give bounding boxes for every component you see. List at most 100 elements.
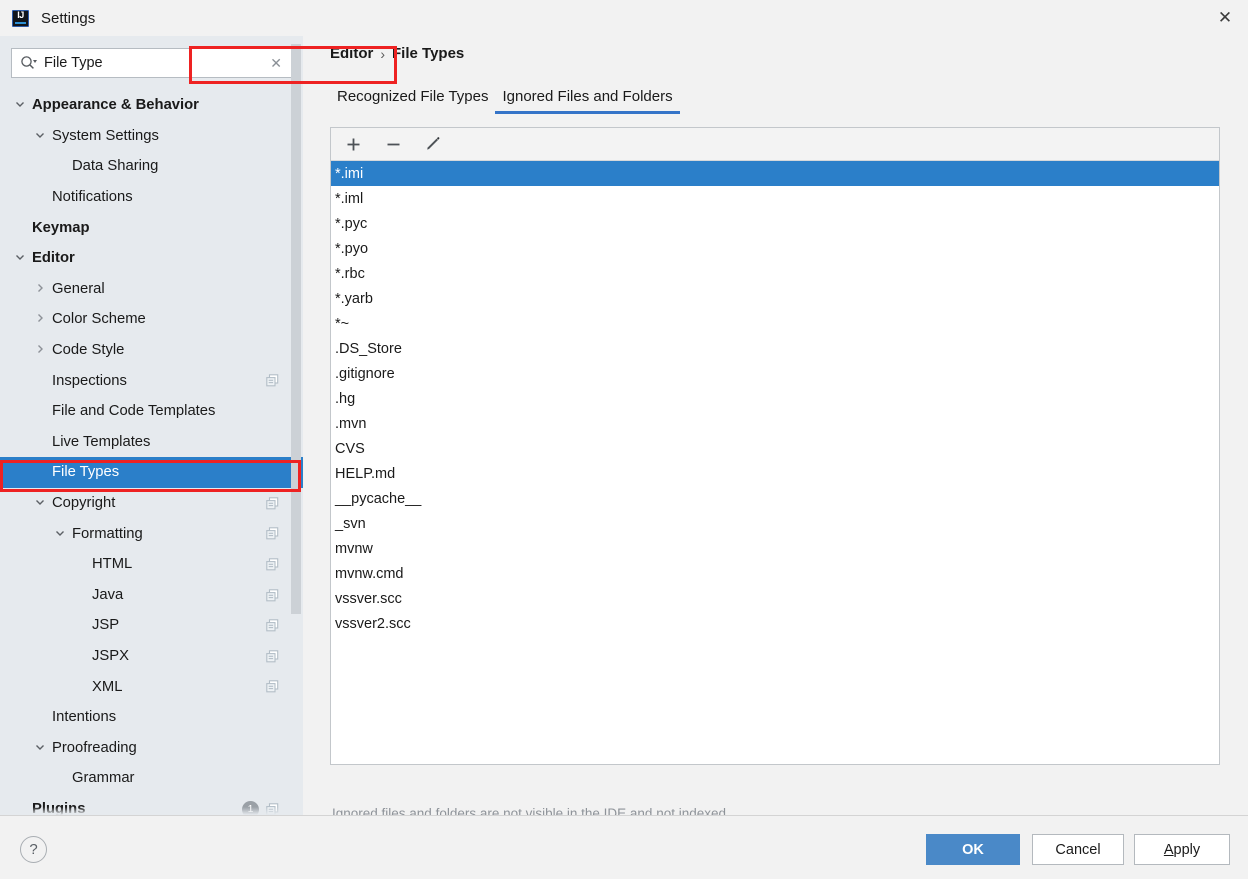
tab-ignored-files-and-folders[interactable]: Ignored Files and Folders [495, 84, 680, 114]
ignored-entry-row[interactable]: HELP.md [331, 461, 1219, 486]
ok-button[interactable]: OK [926, 834, 1020, 865]
sidebar-item-jsp[interactable]: JSP [0, 610, 303, 641]
copy-settings-icon[interactable] [266, 496, 279, 510]
ignored-entry-row[interactable]: vssver2.scc [331, 611, 1219, 636]
list-toolbar [331, 128, 1219, 161]
breadcrumb-root[interactable]: Editor [330, 45, 373, 62]
sidebar-item-label: File Types [52, 464, 120, 481]
settings-tree: Appearance & Behavior System Settings Data… [0, 90, 303, 815]
ignored-entry-row[interactable]: *.yarb [331, 286, 1219, 311]
sidebar-item-general[interactable]: General [0, 274, 303, 305]
chevron-down-icon[interactable] [34, 496, 48, 510]
sidebar-item-label: XML [92, 678, 123, 695]
help-button[interactable]: ? [20, 836, 47, 863]
sidebar-item-copyright[interactable]: Copyright [0, 488, 303, 519]
sidebar-item-jspx[interactable]: JSPX [0, 641, 303, 672]
search-field[interactable]: File Type ✕ [11, 48, 292, 78]
tree-fade [0, 807, 303, 815]
copy-settings-icon[interactable] [266, 680, 279, 693]
apply-button[interactable]: Apply [1134, 834, 1230, 865]
chevron-down-icon[interactable] [14, 251, 28, 265]
sidebar-item-notifications[interactable]: Notifications [0, 182, 303, 213]
apply-mnemonic: A [1163, 841, 1174, 858]
chevron-right-icon[interactable] [34, 312, 48, 326]
ignored-entry-row[interactable]: CVS [331, 436, 1219, 461]
sidebar-item-intentions[interactable]: Intentions [0, 702, 303, 733]
sidebar-item-grammar[interactable]: Grammar [0, 763, 303, 794]
ignored-entry-row[interactable]: _svn [331, 511, 1219, 536]
chevron-down-icon[interactable] [34, 129, 48, 143]
edit-pencil-icon[interactable] [422, 133, 444, 155]
sidebar-item-label: Grammar [72, 770, 135, 787]
sidebar-item-java[interactable]: Java [0, 580, 303, 611]
sidebar-item-label: Editor [32, 250, 75, 267]
copy-settings-icon[interactable] [266, 588, 279, 602]
chevron-down-icon[interactable] [34, 741, 48, 755]
search-input[interactable]: File Type [44, 55, 270, 71]
sidebar-item-live-templates[interactable]: Live Templates [0, 427, 303, 458]
sidebar-item-keymap[interactable]: Keymap [0, 212, 303, 243]
sidebar-item-appearance-behavior[interactable]: Appearance & Behavior [0, 90, 303, 121]
ignored-entry-row[interactable]: mvnw.cmd [331, 561, 1219, 586]
ignored-entry-row[interactable]: *.pyo [331, 236, 1219, 261]
chevron-down-icon[interactable] [14, 98, 28, 112]
sidebar-scrollbar-thumb[interactable] [291, 44, 301, 614]
sidebar-scrollbar[interactable] [289, 36, 303, 761]
sidebar-item-label: Copyright [52, 495, 116, 512]
ignored-entry-row[interactable]: *.rbc [331, 261, 1219, 286]
settings-main-panel: Editor › File Types Recognized File Type… [303, 36, 1248, 821]
ignored-entries-list[interactable]: *.imi *.iml *.pyc *.pyo *.rbc *.yarb *~ .DS_Sto… [331, 161, 1219, 764]
sidebar-item-label: System Settings [52, 127, 159, 144]
tab-recognized-file-types[interactable]: Recognized File Types [330, 84, 495, 114]
ignored-entry-row[interactable]: .DS_Store [331, 336, 1219, 361]
copy-settings-icon[interactable] [266, 619, 279, 632]
remove-icon[interactable] [382, 133, 404, 155]
sidebar-item-label: Formatting [72, 525, 143, 542]
intellij-idea-icon [12, 9, 29, 27]
chevron-right-icon[interactable] [34, 282, 48, 296]
sidebar-item-label: HTML [92, 556, 133, 573]
clear-icon[interactable]: ✕ [270, 55, 282, 72]
sidebar-item-system-settings[interactable]: System Settings [0, 121, 303, 152]
search-icon [20, 55, 38, 71]
sidebar-item-label: Intentions [52, 709, 117, 726]
sidebar-item-file-and-code-templates[interactable]: File and Code Templates [0, 396, 303, 427]
add-icon[interactable] [342, 133, 364, 155]
ignored-entry-row[interactable]: *.imi [331, 161, 1219, 186]
sidebar-item-data-sharing[interactable]: Data Sharing [0, 151, 303, 182]
copy-settings-icon[interactable] [266, 527, 279, 540]
ignored-entry-row[interactable]: *~ [331, 311, 1219, 336]
window-title: Settings [41, 9, 96, 27]
sidebar-item-file-types[interactable]: File Types [0, 457, 303, 488]
tab-bar: Recognized File Types Ignored Files and F… [330, 84, 680, 120]
sidebar-item-label: Color Scheme [52, 311, 146, 328]
sidebar-item-html[interactable]: HTML [0, 549, 303, 580]
sidebar-item-inspections[interactable]: Inspections [0, 365, 303, 396]
ignored-entry-row[interactable]: .hg [331, 386, 1219, 411]
breadcrumb-leaf: File Types [392, 45, 465, 62]
copy-settings-icon[interactable] [266, 374, 279, 387]
sidebar-item-xml[interactable]: XML [0, 671, 303, 702]
sidebar-item-formatting[interactable]: Formatting [0, 518, 303, 549]
settings-sidebar: File Type ✕ Appearance & Behavior System … [0, 36, 303, 815]
ignored-entry-row[interactable]: *.iml [331, 186, 1219, 211]
sidebar-item-label: Data Sharing [72, 158, 159, 175]
cancel-button[interactable]: Cancel [1032, 834, 1124, 865]
copy-settings-icon[interactable] [266, 649, 279, 663]
sidebar-item-code-style[interactable]: Code Style [0, 335, 303, 366]
sidebar-item-proofreading[interactable]: Proofreading [0, 732, 303, 763]
sidebar-item-color-scheme[interactable]: Color Scheme [0, 304, 303, 335]
sidebar-item-editor[interactable]: Editor [0, 243, 303, 274]
chevron-right-icon[interactable] [34, 343, 48, 357]
ignored-entry-row[interactable]: .gitignore [331, 361, 1219, 386]
ignored-entry-row[interactable]: vssver.scc [331, 586, 1219, 611]
copy-settings-icon[interactable] [266, 558, 279, 571]
close-icon[interactable]: ✕ [1202, 0, 1248, 36]
ignored-entry-row[interactable]: __pycache__ [331, 486, 1219, 511]
ignored-entry-row[interactable]: *.pyc [331, 211, 1219, 236]
sidebar-item-label: Notifications [52, 189, 133, 206]
chevron-down-icon[interactable] [54, 527, 68, 541]
sidebar-item-label: Appearance & Behavior [32, 97, 199, 114]
ignored-entry-row[interactable]: mvnw [331, 536, 1219, 561]
ignored-entry-row[interactable]: .mvn [331, 411, 1219, 436]
